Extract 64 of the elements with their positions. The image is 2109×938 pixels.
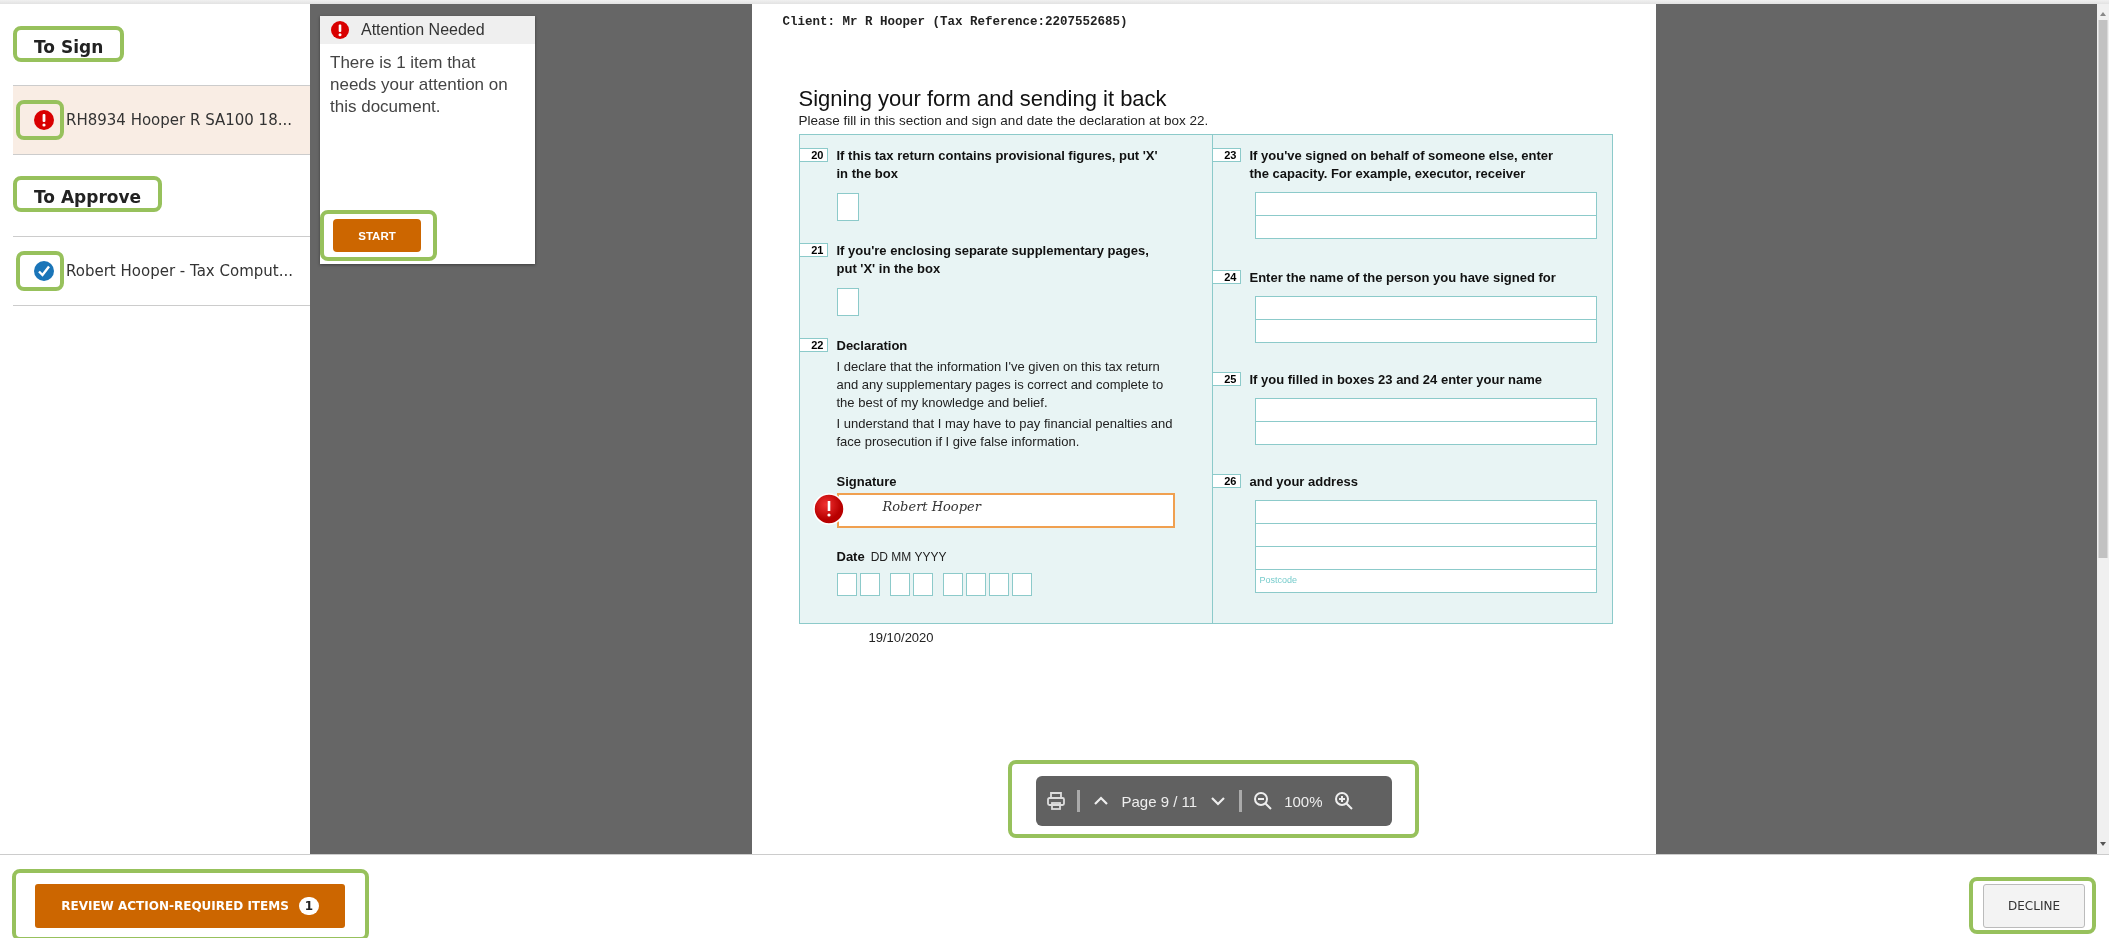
box-number: 20	[799, 148, 828, 162]
zoom-in-icon[interactable]	[1333, 791, 1354, 811]
panel-title: Attention Needed	[361, 21, 485, 39]
date-digit-box[interactable]	[912, 573, 933, 596]
section-title: To Approve	[34, 186, 142, 208]
box-number: 22	[799, 338, 828, 352]
checkbox[interactable]	[836, 193, 859, 221]
input-field[interactable]	[1254, 398, 1597, 422]
input-field[interactable]	[1254, 500, 1597, 524]
question-text: If this tax return contains provisional figures, put 'X' in the box	[836, 147, 1159, 183]
zoom-out-icon[interactable]	[1253, 791, 1274, 811]
date-value: 19/10/2020	[868, 630, 935, 645]
question-text: Declaration	[836, 337, 909, 355]
question-text: Enter the name of the person you have signed for	[1249, 269, 1557, 287]
date-digit-box[interactable]	[942, 573, 963, 596]
input-field[interactable]	[1254, 319, 1597, 343]
count-badge: 1	[298, 897, 319, 915]
field-label: Date	[836, 549, 865, 564]
field-label: Signature	[836, 474, 898, 489]
document-name: Robert Hooper - Tax Comput...	[66, 262, 293, 280]
decline-button[interactable]: DECLINE	[1983, 884, 2085, 928]
date-digit-box[interactable]	[965, 573, 986, 596]
box-number: 24	[1212, 270, 1241, 284]
input-field[interactable]	[1254, 215, 1597, 239]
box-number: 25	[1212, 372, 1241, 386]
date-digit-box[interactable]	[889, 573, 910, 596]
input-field[interactable]	[1254, 192, 1597, 216]
date-digit-box[interactable]	[988, 573, 1009, 596]
error-icon	[812, 493, 845, 525]
form-heading: Signing your form and sending it back	[798, 86, 1168, 112]
question-text: and your address	[1249, 473, 1359, 491]
checkbox[interactable]	[836, 288, 859, 316]
input-field[interactable]	[1254, 421, 1597, 445]
check-icon	[34, 261, 54, 281]
document-list-item[interactable]: Robert Hooper - Tax Comput...	[13, 236, 310, 306]
box-number: 23	[1212, 148, 1241, 162]
date-digit-box[interactable]	[859, 573, 880, 596]
client-line: Client: Mr R Hooper (Tax Reference:2207552685)	[782, 15, 1129, 29]
signature-field[interactable]: Robert Hooper	[836, 493, 1175, 528]
date-digit-box[interactable]	[1011, 573, 1032, 596]
form-instructions: Please fill in this section and sign and date the declaration at box 22.	[798, 113, 1210, 128]
section-title: To Sign	[34, 36, 104, 58]
attention-message: There is 1 item that needs your attention on this document.	[330, 52, 509, 118]
input-field[interactable]	[1254, 523, 1597, 547]
box-number: 26	[1212, 474, 1241, 488]
declaration-text: I declare that the information I've given on this tax return and any supplementary pages is correct and complete to the best of my knowledge and belief.	[836, 358, 1165, 412]
exclamation-icon	[34, 110, 54, 130]
zoom-level: 100%	[1284, 792, 1323, 810]
box-number: 21	[799, 243, 828, 257]
document-list-item[interactable]: RH8934 Hooper R SA100 18...	[13, 85, 310, 155]
review-button[interactable]: REVIEW ACTION-REQUIRED ITEMS 1	[35, 884, 345, 928]
exclamation-icon	[331, 21, 349, 39]
question-text: If you filled in boxes 23 and 24 enter your name	[1249, 371, 1544, 389]
question-text: If you're enclosing separate supplementary pages, put 'X' in the box	[836, 242, 1150, 278]
date-format-hint: DD MM YYYY	[870, 550, 947, 564]
print-icon[interactable]	[1045, 791, 1066, 811]
date-digit-box[interactable]	[836, 573, 857, 596]
page-indicator: Page 9 / 11	[1121, 792, 1198, 810]
input-field[interactable]	[1254, 296, 1597, 320]
start-button[interactable]: START	[333, 219, 421, 252]
document-name: RH8934 Hooper R SA100 18...	[66, 111, 292, 129]
declaration-text: I understand that I may have to pay financial penalties and face prosecution if I give false information.	[836, 415, 1174, 451]
question-text: If you've signed on behalf of someone else, enter the capacity. For example, executor, receiver	[1249, 147, 1555, 183]
input-field[interactable]	[1254, 546, 1597, 570]
